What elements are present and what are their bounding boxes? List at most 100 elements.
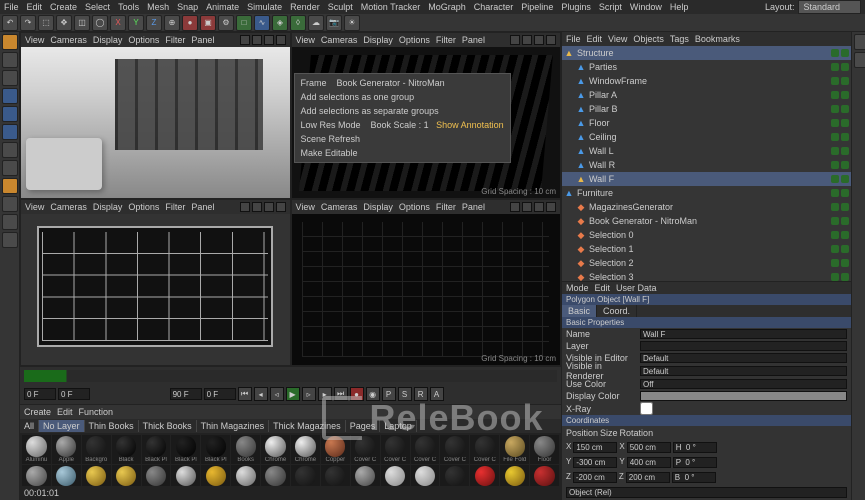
- om-menu-file[interactable]: File: [566, 34, 581, 44]
- object-node[interactable]: ◆Selection 1: [562, 242, 851, 256]
- prev-frame-button[interactable]: ◃: [270, 387, 284, 401]
- vis-render-dot[interactable]: [841, 63, 849, 71]
- vp-menu-display[interactable]: Display: [363, 202, 393, 212]
- snap-grid-button[interactable]: [2, 214, 18, 230]
- viewport-br[interactable]: ViewCamerasDisplayOptionsFilterPanel Fro…: [291, 199, 562, 366]
- key-pos-button[interactable]: P: [382, 387, 396, 401]
- material-swatch[interactable]: Metal N: [351, 465, 380, 486]
- vis-render-dot[interactable]: [841, 203, 849, 211]
- viewport-tr[interactable]: ViewCamerasDisplayOptionsFilterPanel Fro…: [291, 32, 562, 199]
- rt-btn[interactable]: [854, 34, 865, 50]
- material-swatch[interactable]: Gold 01: [82, 465, 111, 486]
- am-menu-userdata[interactable]: User Data: [616, 283, 657, 293]
- vis-render-dot[interactable]: [841, 105, 849, 113]
- mat-cat[interactable]: Thin Books: [85, 420, 139, 432]
- object-node[interactable]: ▲Ceiling: [562, 130, 851, 144]
- vp-menu-options[interactable]: Options: [399, 202, 430, 212]
- coord-sy-input[interactable]: [627, 457, 671, 468]
- mat-cat[interactable]: Pages: [346, 420, 381, 432]
- environment-button[interactable]: ☁: [308, 15, 324, 31]
- attr-xray-checkbox[interactable]: [640, 402, 653, 415]
- axis-z-icon[interactable]: Z: [146, 15, 162, 31]
- vp-menu-panel[interactable]: Panel: [462, 202, 485, 212]
- material-swatch[interactable]: Magazin: [261, 465, 290, 486]
- menu-render[interactable]: Render: [290, 2, 320, 12]
- menu-script[interactable]: Script: [599, 2, 622, 12]
- menu-mesh[interactable]: Mesh: [147, 2, 169, 12]
- vp-menu-filter[interactable]: Filter: [165, 35, 185, 45]
- redo-button[interactable]: ↷: [20, 15, 36, 31]
- render-button[interactable]: ●: [182, 15, 198, 31]
- material-swatch[interactable]: Cover C: [440, 435, 469, 464]
- vis-editor-dot[interactable]: [831, 147, 839, 155]
- vp-zoom-icon[interactable]: [522, 35, 532, 45]
- vis-render-dot[interactable]: [841, 259, 849, 267]
- material-swatch[interactable]: Books: [231, 435, 260, 464]
- vp-menu-filter[interactable]: Filter: [436, 35, 456, 45]
- vis-editor-dot[interactable]: [831, 245, 839, 253]
- object-node[interactable]: ◆Selection 2: [562, 256, 851, 270]
- menu-animate[interactable]: Animate: [206, 2, 239, 12]
- vis-render-dot[interactable]: [841, 245, 849, 253]
- axis-y-icon[interactable]: Y: [128, 15, 144, 31]
- timeline-track[interactable]: [24, 370, 557, 382]
- vp-zoom-icon[interactable]: [252, 202, 262, 212]
- coord-px-input[interactable]: [573, 442, 617, 453]
- render-settings-button[interactable]: ⚙: [218, 15, 234, 31]
- frame-end-input[interactable]: [170, 388, 202, 400]
- vp-menu-cameras[interactable]: Cameras: [50, 202, 87, 212]
- vis-editor-dot[interactable]: [831, 119, 839, 127]
- key-param-button[interactable]: A: [430, 387, 444, 401]
- vis-render-dot[interactable]: [841, 217, 849, 225]
- object-mode-button[interactable]: [2, 52, 18, 68]
- primitive-cube-button[interactable]: □: [236, 15, 252, 31]
- hud-line[interactable]: Make Editable: [297, 146, 508, 160]
- menu-file[interactable]: File: [4, 2, 19, 12]
- snap-settings-button[interactable]: [2, 196, 18, 212]
- menu-plugins[interactable]: Plugins: [561, 2, 591, 12]
- object-node[interactable]: ◆Book Generator - NitroMan: [562, 214, 851, 228]
- material-swatch[interactable]: Mask 01: [291, 465, 320, 486]
- mat-cat[interactable]: Thick Magazines: [269, 420, 346, 432]
- vis-editor-dot[interactable]: [831, 161, 839, 169]
- vp-menu-display[interactable]: Display: [363, 35, 393, 45]
- vis-editor-dot[interactable]: [831, 77, 839, 85]
- vis-render-dot[interactable]: [841, 273, 849, 281]
- material-swatch[interactable]: Chrome: [291, 435, 320, 464]
- material-swatch[interactable]: Glass: [52, 465, 81, 486]
- mat-cat[interactable]: Laptop: [380, 420, 417, 432]
- rt-btn[interactable]: [854, 52, 865, 68]
- am-menu-edit[interactable]: Edit: [595, 283, 611, 293]
- material-swatch[interactable]: Paper: [411, 465, 440, 486]
- hud-line[interactable]: Low Res Mode: [301, 120, 361, 130]
- viewport-br-content[interactable]: Grid Spacing : 10 cm: [292, 214, 561, 365]
- vp-rotate-icon[interactable]: [534, 35, 544, 45]
- vis-render-dot[interactable]: [841, 77, 849, 85]
- vis-render-dot[interactable]: [841, 147, 849, 155]
- om-menu-objects[interactable]: Objects: [633, 34, 664, 44]
- object-node[interactable]: ◆Selection 0: [562, 228, 851, 242]
- vp-menu-view[interactable]: View: [296, 35, 315, 45]
- menu-pipeline[interactable]: Pipeline: [521, 2, 553, 12]
- render-region-button[interactable]: ▣: [200, 15, 216, 31]
- attr-name-input[interactable]: [640, 329, 847, 339]
- material-swatch[interactable]: Black Pl: [171, 435, 200, 464]
- select-tool[interactable]: ⬚: [38, 15, 54, 31]
- material-swatch[interactable]: Cover C: [411, 435, 440, 464]
- deformer-button[interactable]: ◊: [290, 15, 306, 31]
- material-swatch[interactable]: Lamp: [171, 465, 200, 486]
- object-node[interactable]: ▲Parties: [562, 60, 851, 74]
- attr-visr-select[interactable]: [640, 366, 847, 376]
- om-menu-view[interactable]: View: [608, 34, 627, 44]
- mat-cat[interactable]: No Layer: [39, 420, 85, 432]
- vp-menu-panel[interactable]: Panel: [191, 202, 214, 212]
- object-node[interactable]: ▲Structure: [562, 46, 851, 60]
- layout-selector[interactable]: Standard: [798, 0, 861, 14]
- vis-editor-dot[interactable]: [831, 189, 839, 197]
- coord-sx-input[interactable]: [627, 442, 671, 453]
- coord-sz-input[interactable]: [626, 472, 670, 483]
- material-swatch[interactable]: Lantern: [231, 465, 260, 486]
- material-swatch[interactable]: Copper: [321, 435, 350, 464]
- mat-cat[interactable]: Thick Books: [139, 420, 197, 432]
- om-menu-bookmarks[interactable]: Bookmarks: [695, 34, 740, 44]
